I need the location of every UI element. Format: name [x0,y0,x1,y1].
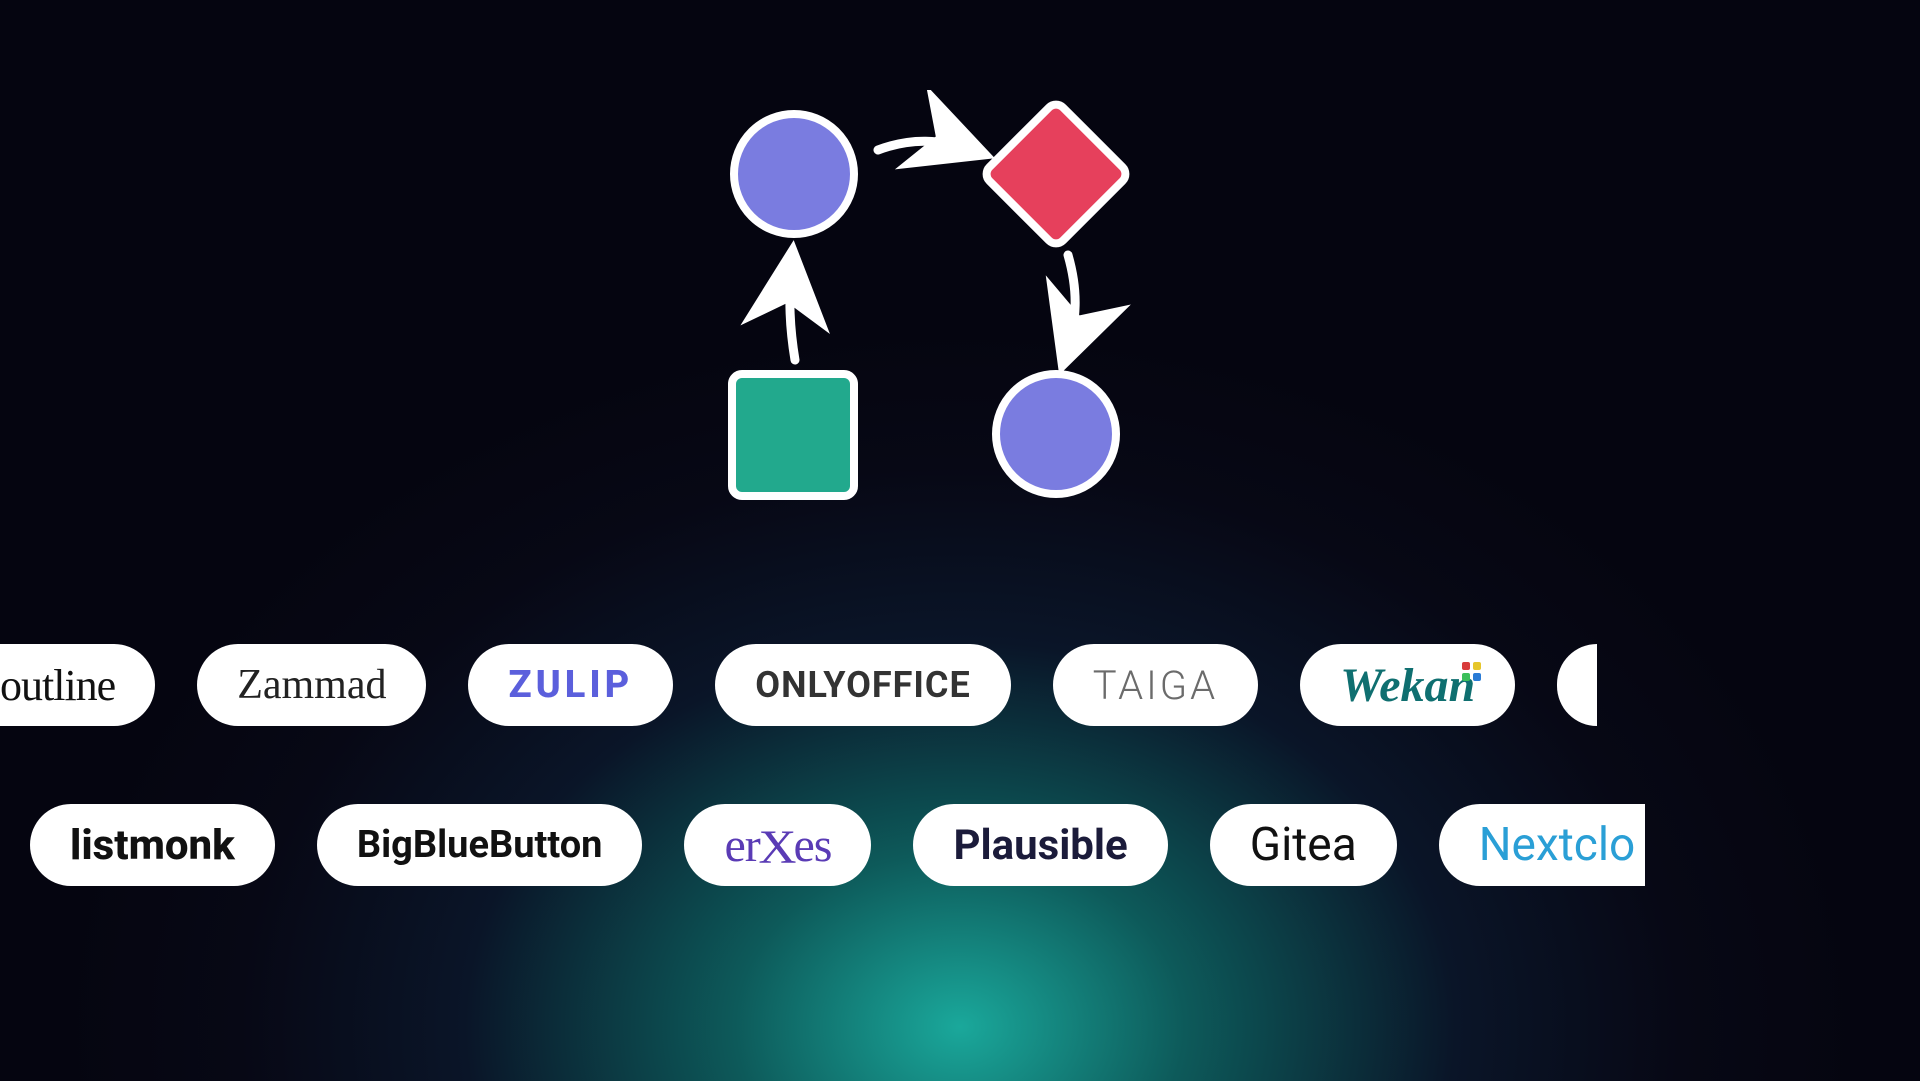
logo-outline: outline [0,644,155,726]
logo-zulip: ZULIP [468,644,673,726]
logo-label: Wekan [1340,658,1475,713]
flowchart-circle-top [730,110,858,238]
logo-taiga: TAIGA [1053,644,1258,726]
logo-row-1: outline Zammad ZULIP ONLYOFFICE TAIGA We… [0,640,1920,730]
logo-plausible: Plausible [913,804,1167,886]
flowchart-diamond [977,95,1135,253]
logo-label: BigBlueButton [357,823,603,867]
logo-nextcloud: Nextclo [1439,804,1646,886]
logo-label: ZULIP [508,663,633,707]
logo-label: TAIGA [1093,662,1218,709]
logo-partial-right [1557,644,1597,726]
flowchart-diagram [680,90,1240,530]
flowchart-square [728,370,858,500]
logo-label: listmonk [70,821,235,870]
logo-wekan: Wekan [1300,644,1515,726]
logo-label: outline [0,660,115,711]
logo-label: Plausible [953,821,1127,870]
logo-row-2: listmonk BigBlueButton erXes Plausible G… [0,800,1920,890]
logo-onlyoffice: ONLYOFFICE [715,644,1010,726]
logo-label: Nextclo [1479,818,1636,872]
logo-erxes: erXes [684,804,871,886]
logo-label: ONLYOFFICE [755,664,970,706]
logo-label: Gitea [1250,818,1357,872]
wekan-dots-icon [1462,662,1481,681]
logo-zammad: Zammad [197,644,426,726]
logo-label: erXes [724,818,831,873]
logo-listmonk: listmonk [30,804,275,886]
logo-bigbluebutton: BigBlueButton [317,804,643,886]
flowchart-circle-bottom [992,370,1120,498]
logo-gitea: Gitea [1210,804,1397,886]
logo-label: Zammad [237,661,386,709]
